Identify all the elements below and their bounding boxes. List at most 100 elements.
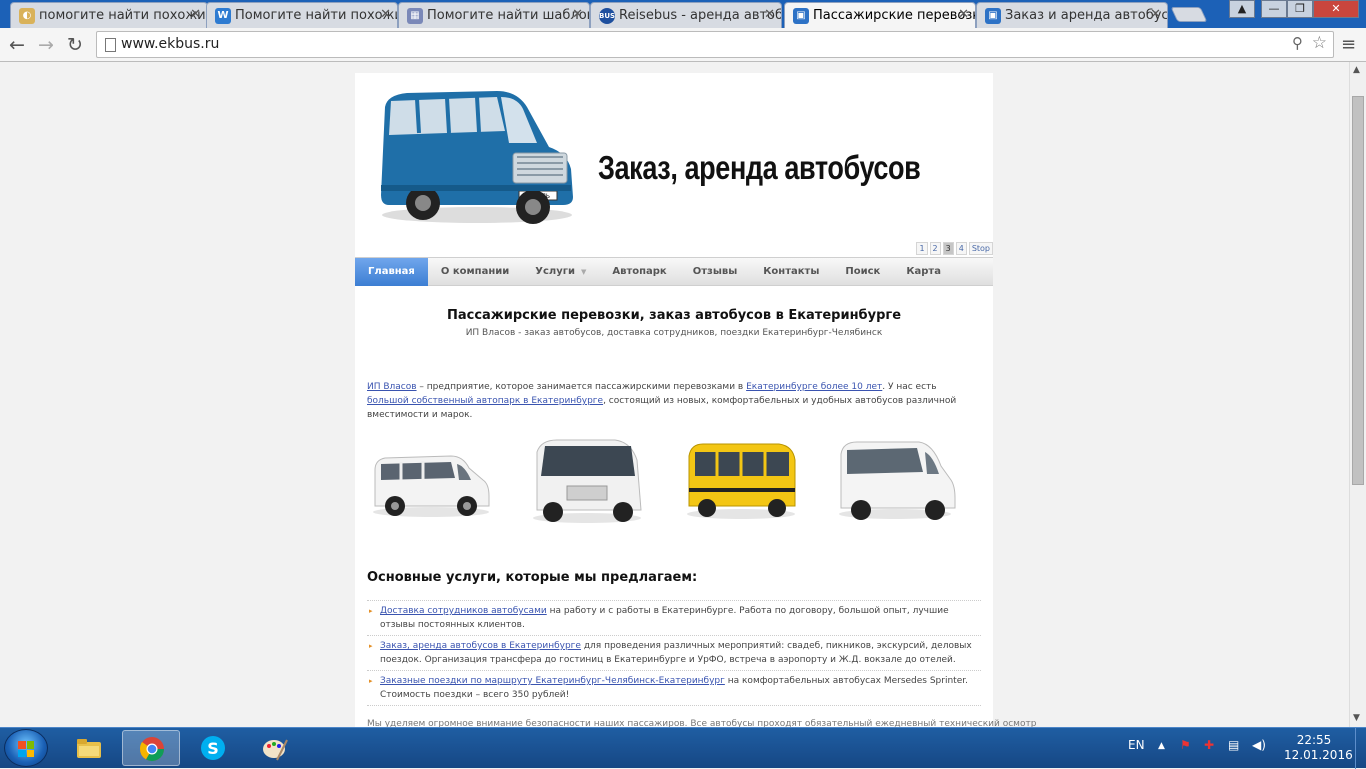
close-icon[interactable]: ✕ bbox=[380, 7, 391, 22]
page-icon: ▦ bbox=[407, 8, 423, 24]
site-container: ГАЗЕЛЬ Заказ, аренда автобусов 1 2 3 4 S… bbox=[355, 73, 1036, 727]
menu-item-fleet[interactable]: Автопарк bbox=[599, 258, 679, 286]
address-bar[interactable]: www.ekbus.ru ⚲ ☆ bbox=[96, 31, 1334, 58]
tab-title: Заказ и аренда автобуса bbox=[1005, 8, 1167, 23]
service-link[interactable]: Заказные поездки по маршруту Екатеринбур… bbox=[380, 676, 725, 686]
slider-page-1[interactable]: 1 bbox=[916, 242, 928, 255]
minimize-button[interactable]: — bbox=[1261, 0, 1287, 18]
bookmark-star-icon[interactable]: ☆ bbox=[1312, 33, 1327, 53]
menu-item-services[interactable]: Услуги ▼ bbox=[522, 258, 599, 286]
chrome-icon bbox=[139, 737, 164, 762]
slider-page-3[interactable]: 3 bbox=[942, 242, 954, 255]
tab-1[interactable]: W Помогите найти похожий ✕ bbox=[206, 2, 398, 28]
white-sprinter-image[interactable] bbox=[831, 426, 959, 534]
w-icon: W bbox=[215, 8, 231, 24]
scroll-up-icon[interactable]: ▲ bbox=[1353, 65, 1360, 75]
tray-expand-icon[interactable]: ▲ bbox=[1158, 741, 1165, 751]
menu-item-search[interactable]: Поиск bbox=[832, 258, 893, 286]
tab-title: Помогите найти шаблон bbox=[427, 8, 589, 23]
taskbar-skype[interactable]: S bbox=[184, 730, 242, 766]
tab-2[interactable]: ▦ Помогите найти шаблон ✕ bbox=[398, 2, 590, 28]
flag-alert-icon[interactable]: ⚑ bbox=[1180, 738, 1191, 752]
antivirus-icon[interactable]: ✚ bbox=[1204, 738, 1214, 752]
close-icon[interactable]: ✕ bbox=[572, 7, 583, 22]
header-title: Заказ, аренда автобусов bbox=[598, 149, 921, 186]
forward-button[interactable]: → bbox=[33, 32, 59, 58]
yellow-bus-image[interactable] bbox=[677, 426, 805, 534]
gazelle-van-image: ГАЗЕЛЬ bbox=[381, 91, 573, 224]
language-indicator[interactable]: EN bbox=[1128, 738, 1145, 752]
tab-title: помогите найти похожий bbox=[39, 8, 207, 23]
page-icon bbox=[105, 38, 116, 52]
explorer-icon bbox=[77, 739, 101, 758]
services-heading: Основные услуги, которые мы предлагаем: bbox=[367, 570, 698, 585]
svg-text:S: S bbox=[207, 739, 219, 758]
clock-date: 12.01.2016 bbox=[1284, 748, 1353, 762]
menu-item-contacts[interactable]: Контакты bbox=[750, 258, 832, 286]
white-minibus-image[interactable] bbox=[367, 426, 495, 534]
close-icon[interactable]: ✕ bbox=[1150, 7, 1161, 22]
tab-5[interactable]: ▣ Заказ и аренда автобуса ✕ bbox=[976, 2, 1168, 28]
page-subtitle: ИП Власов - заказ автобусов, доставка со… bbox=[465, 328, 883, 338]
slider-page-2[interactable]: 2 bbox=[929, 242, 941, 255]
menu-item-about[interactable]: О компании bbox=[428, 258, 522, 286]
system-clock[interactable]: 22:55 12.01.2016 bbox=[1284, 733, 1353, 763]
taskbar-paint[interactable] bbox=[246, 730, 304, 766]
link-company[interactable]: ИП Власов bbox=[367, 382, 417, 392]
service-link[interactable]: Доставка сотрудников автобусами bbox=[380, 606, 547, 616]
close-window-button[interactable]: ✕ bbox=[1313, 0, 1359, 18]
page-viewport: ГАЗЕЛЬ Заказ, аренда автобусов 1 2 3 4 S… bbox=[0, 62, 1349, 727]
chevron-down-icon: ▼ bbox=[580, 268, 587, 276]
hamburger-menu-icon[interactable]: ≡ bbox=[1341, 34, 1356, 55]
main-menu: Главная О компании Услуги ▼ Автопарк Отзы… bbox=[355, 257, 993, 286]
safety-paragraph: Мы уделяем огромное внимание безопасност… bbox=[367, 719, 1037, 727]
list-item: ▸ Доставка сотрудников автобусами на раб… bbox=[367, 600, 981, 635]
clock-time: 22:55 bbox=[1296, 733, 1332, 747]
reload-button[interactable]: ↻ bbox=[62, 32, 88, 58]
fleet-gallery bbox=[367, 426, 981, 534]
arrow-bullet-icon: ▸ bbox=[369, 677, 373, 685]
url-text[interactable]: www.ekbus.ru bbox=[121, 36, 219, 52]
slider-page-4[interactable]: 4 bbox=[955, 242, 967, 255]
network-icon[interactable]: ▤ bbox=[1228, 738, 1239, 752]
intro-text: – предприятие, которое занимается пассаж… bbox=[416, 382, 747, 392]
tab-0[interactable]: ◐ помогите найти похожий ✕ bbox=[10, 2, 208, 28]
intro-text: . У нас есть bbox=[882, 382, 937, 392]
intro-paragraph: ИП Власов – предприятие, которое занимае… bbox=[367, 380, 981, 422]
taskbar-explorer[interactable] bbox=[60, 730, 118, 766]
menu-item-reviews[interactable]: Отзывы bbox=[680, 258, 751, 286]
arrow-bullet-icon: ▸ bbox=[369, 607, 373, 615]
start-button[interactable] bbox=[4, 729, 48, 767]
slider-stop-button[interactable]: Stop bbox=[968, 242, 993, 255]
menu-item-map[interactable]: Карта bbox=[893, 258, 954, 286]
user-icon[interactable]: ▲ bbox=[1229, 0, 1255, 18]
service-link[interactable]: Заказ, аренда автобусов в Екатеринбурге bbox=[380, 641, 581, 651]
link-fleet[interactable]: большой собственный автопарк в Екатеринб… bbox=[367, 396, 603, 406]
browser-toolbar: ← → ↻ www.ekbus.ru ⚲ ☆ ≡ bbox=[0, 28, 1366, 62]
list-item: ▸ Заказные поездки по маршруту Екатеринб… bbox=[367, 670, 981, 706]
scroll-down-icon[interactable]: ▼ bbox=[1353, 713, 1360, 723]
windows-logo-icon bbox=[18, 741, 34, 757]
close-icon[interactable]: ✕ bbox=[958, 7, 969, 22]
services-list: ▸ Доставка сотрудников автобусами на раб… bbox=[367, 600, 981, 706]
link-experience[interactable]: Екатеринбурге более 10 лет bbox=[746, 382, 882, 392]
tab-3[interactable]: BUS Reisebus - аренда автобу ✕ bbox=[590, 2, 782, 28]
tab-title: Помогите найти похожий bbox=[235, 8, 397, 23]
maximize-button[interactable]: ❐ bbox=[1287, 0, 1313, 18]
tab-4[interactable]: ▣ Пассажирские перевозки ✕ bbox=[784, 2, 976, 28]
site-header: ГАЗЕЛЬ Заказ, аренда автобусов bbox=[355, 73, 993, 241]
vertical-scrollbar[interactable]: ▲ ▼ bbox=[1349, 62, 1366, 727]
show-desktop-button[interactable] bbox=[1355, 728, 1366, 769]
close-icon[interactable]: ✕ bbox=[190, 7, 201, 22]
slider-pager: 1 2 3 4 Stop bbox=[916, 242, 993, 255]
close-icon[interactable]: ✕ bbox=[764, 7, 775, 22]
scroll-thumb[interactable] bbox=[1352, 96, 1364, 485]
new-tab-button[interactable] bbox=[1170, 7, 1208, 22]
zoom-icon[interactable]: ⚲ bbox=[1292, 34, 1303, 52]
taskbar-chrome[interactable] bbox=[122, 730, 180, 766]
white-gazelle-image[interactable] bbox=[523, 426, 651, 534]
back-button[interactable]: ← bbox=[4, 32, 30, 58]
menu-item-home[interactable]: Главная bbox=[355, 258, 428, 286]
volume-icon[interactable]: ◀) bbox=[1252, 738, 1266, 752]
paint-icon bbox=[263, 739, 288, 761]
